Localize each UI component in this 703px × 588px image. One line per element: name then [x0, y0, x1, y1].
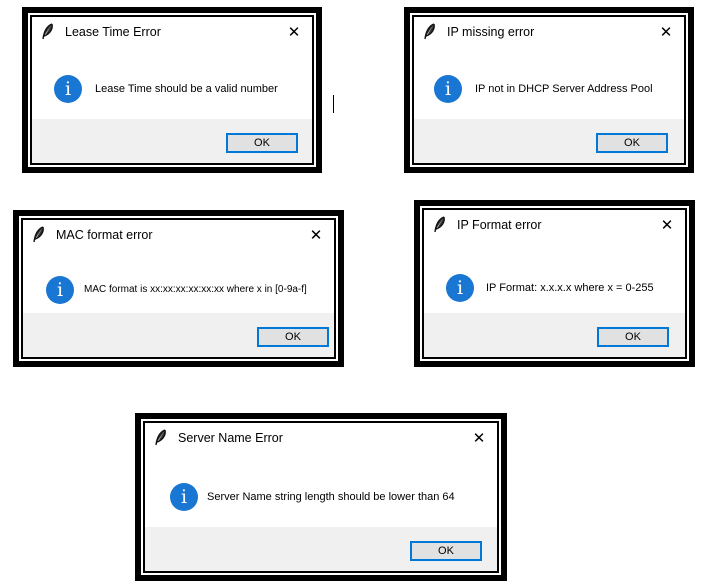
dialog-window: MAC format error ✕ i MAC format is xx:xx… [21, 218, 336, 359]
dialog-body: i Server Name string length should be lo… [145, 453, 497, 527]
ok-button[interactable]: OK [597, 327, 669, 347]
close-button[interactable]: ✕ [284, 22, 304, 42]
ok-button[interactable]: OK [410, 541, 482, 561]
dialog-lease-time-error: Lease Time Error ✕ i Lease Time should b… [22, 7, 322, 173]
dialog-message: Lease Time should be a valid number [95, 83, 278, 95]
close-button[interactable]: ✕ [657, 215, 677, 235]
feather-icon [432, 216, 448, 234]
dialog-footer: OK [145, 527, 497, 571]
text-cursor [333, 95, 334, 113]
dialog-ip-format-error: IP Format error ✕ i IP Format: x.x.x.x w… [414, 200, 695, 367]
close-icon: ✕ [472, 430, 486, 447]
close-button[interactable]: ✕ [656, 22, 676, 42]
title-bar: Server Name Error ✕ [145, 423, 497, 453]
dialog-mac-format-error: MAC format error ✕ i MAC format is xx:xx… [13, 210, 344, 367]
close-icon: ✕ [659, 24, 673, 41]
dialog-message: IP Format: x.x.x.x where x = 0-255 [486, 282, 654, 294]
feather-icon [153, 429, 169, 447]
title-bar: Lease Time Error ✕ [32, 17, 312, 47]
info-icon: i [46, 276, 74, 304]
info-icon: i [54, 75, 82, 103]
dialog-title: MAC format error [56, 228, 153, 242]
dialog-body: i MAC format is xx:xx:xx:xx:xx:xx where … [23, 250, 334, 313]
dialog-footer: OK [23, 313, 334, 357]
dialog-title: IP missing error [447, 25, 535, 39]
dialog-window: Lease Time Error ✕ i Lease Time should b… [30, 15, 314, 165]
dialog-message: Server Name string length should be lowe… [207, 491, 455, 503]
dialog-footer: OK [424, 313, 685, 357]
ok-button[interactable]: OK [257, 327, 329, 347]
info-icon: i [446, 274, 474, 302]
dialog-message: MAC format is xx:xx:xx:xx:xx:xx where x … [84, 284, 307, 295]
dialog-body: i IP not in DHCP Server Address Pool [414, 47, 684, 119]
title-bar: MAC format error ✕ [23, 220, 334, 250]
dialog-title: Lease Time Error [65, 25, 161, 39]
dialog-window: IP Format error ✕ i IP Format: x.x.x.x w… [422, 208, 687, 359]
close-icon: ✕ [660, 217, 674, 234]
feather-icon [40, 23, 56, 41]
feather-icon [31, 226, 47, 244]
dialog-message: IP not in DHCP Server Address Pool [475, 83, 653, 95]
dialog-server-name-error: Server Name Error ✕ i Server Name string… [135, 413, 507, 581]
dialog-body: i Lease Time should be a valid number [32, 47, 312, 119]
close-button[interactable]: ✕ [306, 225, 326, 245]
dialog-footer: OK [414, 119, 684, 163]
dialog-window: IP missing error ✕ i IP not in DHCP Serv… [412, 15, 686, 165]
dialog-title: Server Name Error [178, 431, 283, 445]
title-bar: IP Format error ✕ [424, 210, 685, 240]
title-bar: IP missing error ✕ [414, 17, 684, 47]
dialog-title: IP Format error [457, 218, 542, 232]
close-icon: ✕ [287, 24, 301, 41]
close-icon: ✕ [309, 227, 323, 244]
dialog-footer: OK [32, 119, 312, 163]
dialog-window: Server Name Error ✕ i Server Name string… [143, 421, 499, 573]
feather-icon [422, 23, 438, 41]
dialog-body: i IP Format: x.x.x.x where x = 0-255 [424, 240, 685, 313]
info-icon: i [434, 75, 462, 103]
ok-button[interactable]: OK [596, 133, 668, 153]
info-icon: i [170, 483, 198, 511]
ok-button[interactable]: OK [226, 133, 298, 153]
close-button[interactable]: ✕ [469, 428, 489, 448]
dialog-ip-missing-error: IP missing error ✕ i IP not in DHCP Serv… [404, 7, 694, 173]
